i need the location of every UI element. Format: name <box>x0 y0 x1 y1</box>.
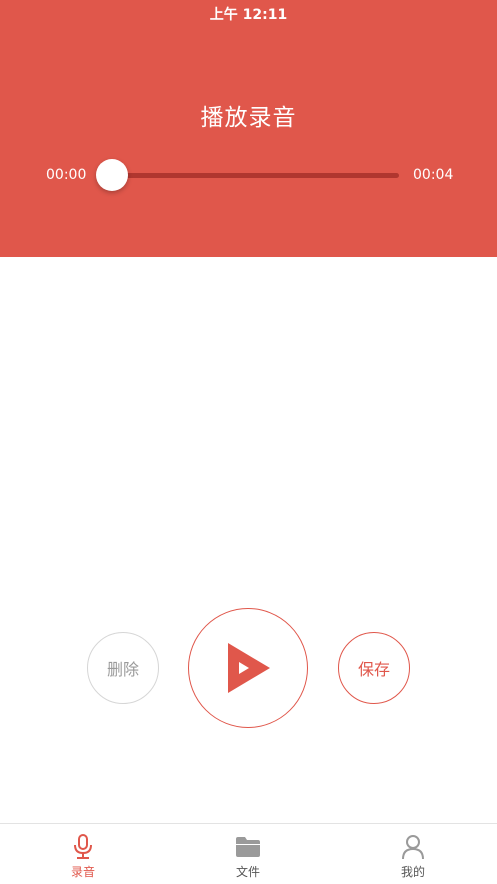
status-bar-time: 上午 12:11 <box>209 7 288 23</box>
play-icon <box>228 643 270 693</box>
current-time: 00:00 <box>46 167 87 183</box>
tab-record[interactable]: 录音 <box>38 824 128 884</box>
tab-mine[interactable]: 我的 <box>368 824 458 884</box>
microphone-icon <box>74 834 92 859</box>
play-button[interactable] <box>188 608 308 728</box>
page-title: 播放录音 <box>200 105 297 131</box>
progress-track[interactable] <box>112 173 399 178</box>
tab-bar: 录音 文件 我的 <box>0 823 497 884</box>
header: 上午 12:11 播放录音 00:00 00:04 <box>0 0 497 257</box>
tab-files[interactable]: 文件 <box>203 824 293 884</box>
save-button[interactable]: 保存 <box>338 632 410 704</box>
total-time: 00:04 <box>413 167 454 183</box>
folder-icon <box>236 837 260 857</box>
tab-record-label: 录音 <box>70 865 95 879</box>
tab-files-label: 文件 <box>235 865 260 879</box>
user-icon <box>402 835 424 860</box>
tab-mine-label: 我的 <box>400 865 425 879</box>
delete-button[interactable]: 删除 <box>87 632 159 704</box>
progress-thumb[interactable] <box>96 159 128 191</box>
